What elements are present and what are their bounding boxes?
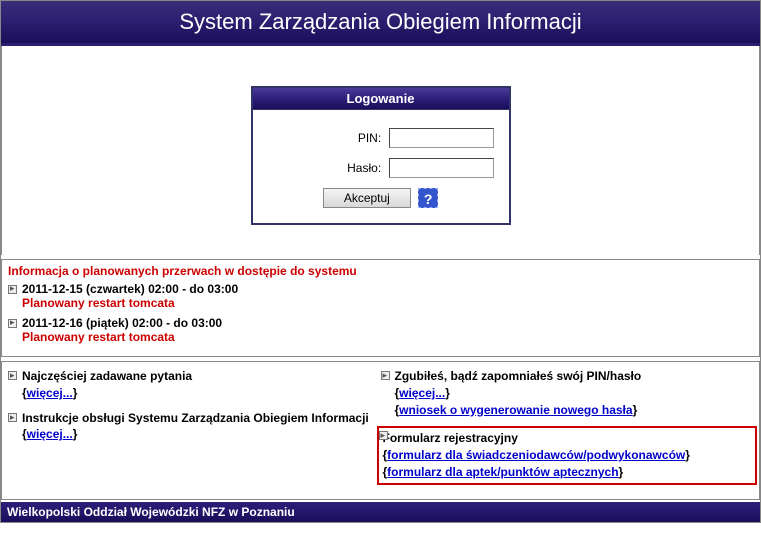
outage-date: 2011-12-16 (piątek) 02:00 - do 03:00 (22, 316, 222, 330)
outage-desc: Planowany restart tomcata (22, 296, 175, 310)
manuals-title: Instrukcje obsługi Systemu Zarządzania O… (22, 411, 369, 425)
registration-title: Formularz rejestracyjny (383, 431, 518, 445)
forgot-title: Zgubiłeś, bądź zapomniałeś swój PIN/hasł… (395, 369, 642, 383)
links-right-col: Zgubiłeś, bądź zapomniałeś swój PIN/hasł… (381, 368, 754, 493)
outage-item: 2011-12-15 (czwartek) 02:00 - do 03:00 P… (8, 282, 753, 310)
new-password-request-link[interactable]: wniosek o wygenerowanie nowego hasła (399, 403, 632, 417)
footer-text: Wielkopolski Oddział Wojewódzki NFZ w Po… (7, 505, 295, 519)
faq-title: Najczęściej zadawane pytania (22, 369, 192, 383)
forgot-pin-item: Zgubiłeś, bądź zapomniałeś swój PIN/hasł… (381, 368, 754, 418)
bullet-icon (8, 285, 17, 294)
outage-section-title: Informacja o planowanych przerwach w dos… (8, 264, 753, 278)
links-left-col: Najczęściej zadawane pytania {więcej...}… (8, 368, 381, 493)
manuals-more-link[interactable]: więcej... (27, 427, 73, 441)
registration-providers-link[interactable]: formularz dla świadczeniodawców/podwykon… (387, 448, 685, 462)
registration-pharmacies-link[interactable]: formularz dla aptek/punktów aptecznych (387, 465, 618, 479)
app-title-bar: System Zarządzania Obiegiem Informacji (1, 1, 760, 46)
bullet-icon (8, 319, 17, 328)
footer-bar: Wielkopolski Oddział Wojewódzki NFZ w Po… (1, 502, 760, 522)
outage-desc: Planowany restart tomcata (22, 330, 175, 344)
login-panel-title: Logowanie (253, 88, 509, 110)
forgot-more-link[interactable]: więcej... (399, 386, 445, 400)
bullet-icon (8, 413, 17, 422)
password-label: Hasło: (347, 161, 381, 175)
registration-item: Formularz rejestracyjny {formularz dla ś… (377, 426, 758, 484)
bullet-icon (381, 371, 390, 380)
password-input[interactable] (389, 158, 494, 178)
login-panel: Logowanie PIN: Hasło: Akceptuj ? (251, 86, 511, 225)
links-box: Najczęściej zadawane pytania {więcej...}… (1, 361, 760, 500)
app-title: System Zarządzania Obiegiem Informacji (179, 9, 581, 34)
faq-more-link[interactable]: więcej... (27, 386, 73, 400)
outage-item: 2011-12-16 (piątek) 02:00 - do 03:00 Pla… (8, 316, 753, 344)
main-content: Logowanie PIN: Hasło: Akceptuj ? (1, 46, 760, 255)
bullet-icon (8, 371, 17, 380)
pin-label: PIN: (358, 131, 381, 145)
manuals-item: Instrukcje obsługi Systemu Zarządzania O… (8, 410, 381, 444)
pin-input[interactable] (389, 128, 494, 148)
outage-info-box: Informacja o planowanych przerwach w dos… (1, 259, 760, 357)
outage-date: 2011-12-15 (czwartek) 02:00 - do 03:00 (22, 282, 238, 296)
faq-item: Najczęściej zadawane pytania {więcej...} (8, 368, 381, 402)
bullet-icon (379, 431, 388, 440)
help-icon[interactable]: ? (418, 188, 438, 208)
submit-button[interactable]: Akceptuj (323, 188, 411, 208)
